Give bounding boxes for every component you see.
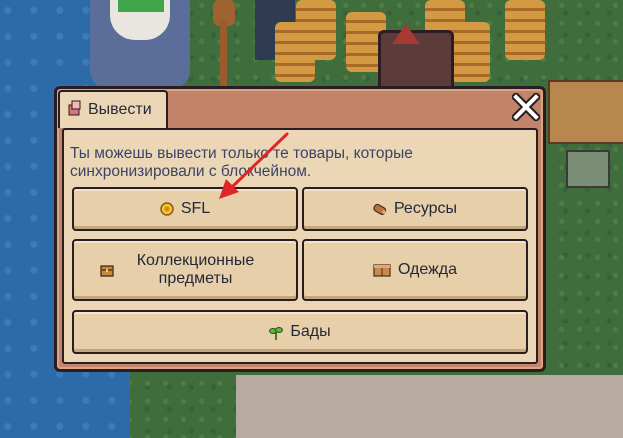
wearables-button[interactable]: Одежда — [302, 239, 528, 301]
wizard-hat — [118, 0, 164, 12]
sfl-button[interactable]: SFL — [72, 187, 298, 231]
upload-arrow-icon — [392, 24, 420, 44]
coin-stack — [450, 22, 490, 82]
close-button[interactable] — [510, 90, 542, 126]
crate-small — [566, 150, 610, 188]
tab-withdraw-label: Вывести — [88, 101, 152, 118]
sprout-icon — [269, 325, 284, 340]
crate — [548, 80, 623, 144]
withdraw-icon — [68, 100, 82, 121]
buds-button[interactable]: Бады — [72, 310, 528, 354]
collectibles-button[interactable]: Коллекционные предметы — [72, 239, 298, 301]
buds-button-label: Бады — [290, 323, 331, 340]
sfl-coin-icon — [160, 202, 174, 216]
resources-button[interactable]: Ресурсы — [302, 187, 528, 231]
resources-button-label: Ресурсы — [393, 200, 458, 217]
wardrobe-icon — [373, 263, 391, 277]
coin-stack — [275, 22, 315, 82]
withdraw-description: Ты можешь вывести только те товары, кото… — [70, 145, 413, 180]
tab-withdraw[interactable]: Вывести — [58, 90, 168, 128]
wood-log-icon — [373, 202, 387, 216]
collectibles-button-label: Коллекционные предметы — [136, 252, 255, 287]
close-icon — [510, 90, 542, 126]
treasure-chest-icon — [99, 263, 114, 277]
wearables-button-label: Одежда — [397, 261, 458, 278]
coin-stack — [505, 0, 545, 60]
stone-path — [236, 375, 623, 438]
sfl-button-label: SFL — [180, 200, 211, 217]
